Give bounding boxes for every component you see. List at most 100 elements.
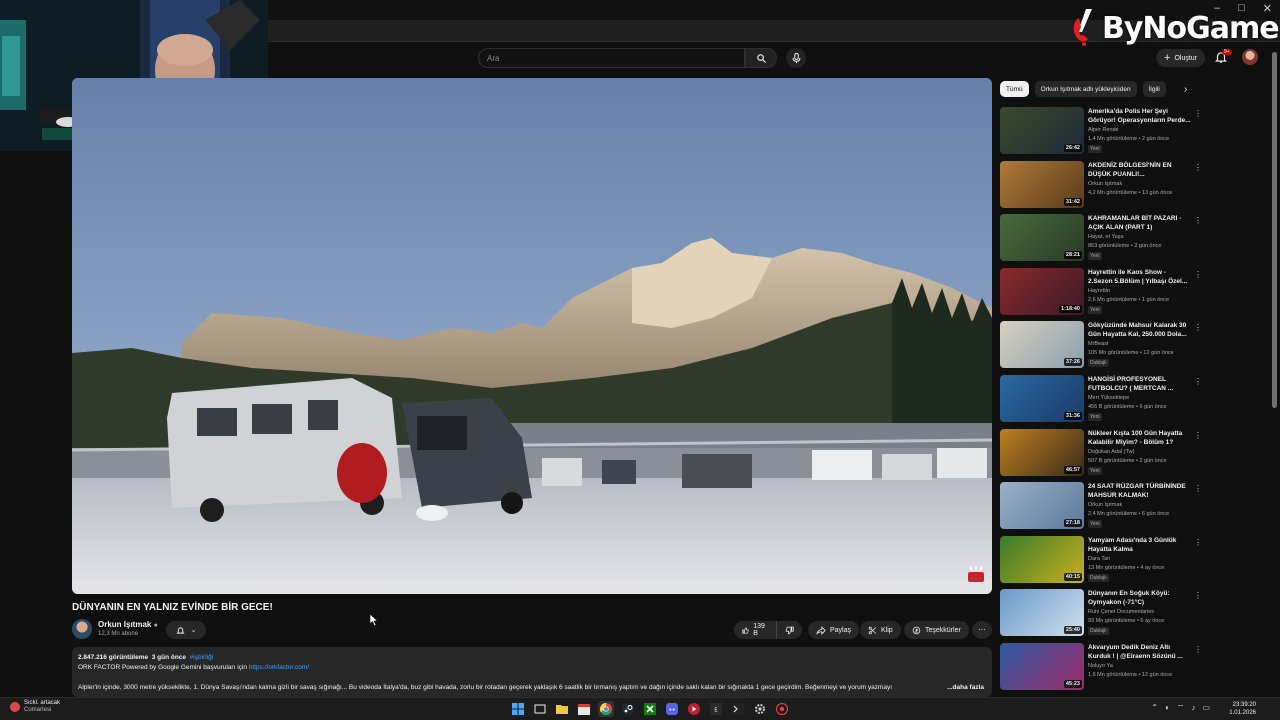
video-thumbnail[interactable]: 28:21 bbox=[1000, 214, 1084, 262]
clip-button[interactable]: Klip bbox=[860, 621, 901, 639]
like-button[interactable]: 139 B bbox=[734, 621, 776, 639]
terminal-icon[interactable] bbox=[730, 701, 746, 717]
channel-name[interactable]: Orkun Işıtmak ● bbox=[98, 620, 158, 629]
calendar-app-icon[interactable] bbox=[576, 701, 592, 717]
more-vertical-icon[interactable]: ⋮ bbox=[1194, 270, 1202, 279]
settings-gear-icon[interactable] bbox=[752, 701, 768, 717]
media-player-icon[interactable] bbox=[686, 701, 702, 717]
recommendation-card[interactable]: 28:21 KAHRAMANLAR BİT PAZARI - AÇIK ALAN … bbox=[1000, 214, 1202, 264]
create-button[interactable]: + Oluştur bbox=[1156, 49, 1205, 67]
recommendation-channel[interactable]: Orkun Işıtmak bbox=[1088, 502, 1122, 508]
recommendation-card[interactable]: 25:40 Dünyanın En Soğuk Köyü: Oymyakon (-… bbox=[1000, 589, 1202, 639]
chip-all[interactable]: Tümü bbox=[1000, 81, 1029, 97]
recommendation-card[interactable]: 27:18 24 SAAT RÜZGAR TÜRBİNİNDE MAHSUR KA… bbox=[1000, 482, 1202, 532]
recommendation-channel[interactable]: Mert Yüksektepe bbox=[1088, 395, 1129, 401]
hashtag-link[interactable]: #işbirliği bbox=[190, 654, 213, 661]
network-icon[interactable]: ◐ bbox=[1165, 703, 1170, 713]
discord-icon[interactable] bbox=[664, 701, 680, 717]
channel-avatar[interactable] bbox=[72, 619, 92, 639]
steam-icon[interactable] bbox=[620, 701, 636, 717]
video-thumbnail[interactable]: 46:57 bbox=[1000, 428, 1084, 476]
task-view-icon[interactable] bbox=[532, 701, 548, 717]
recommendation-title[interactable]: 24 SAAT RÜZGAR TÜRBİNİNDE MAHSUR KALMAK! bbox=[1088, 482, 1192, 500]
subscription-notifications-button[interactable]: ⌄ bbox=[166, 621, 206, 639]
recommendation-badge: Yeni bbox=[1088, 145, 1102, 153]
recommendation-channel[interactable]: Hayrettin bbox=[1088, 288, 1110, 294]
search-input[interactable]: Ara bbox=[478, 48, 745, 68]
recommendation-channel[interactable]: Orkun Işıtmak bbox=[1088, 181, 1122, 187]
recommendation-title[interactable]: Gökyüzünde Mahsur Kalarak 30 Gün Hayatta… bbox=[1088, 321, 1192, 339]
recording-app-icon[interactable] bbox=[774, 701, 790, 717]
taskbar-clock[interactable]: 23:39:20 1.01.2026 bbox=[1229, 701, 1256, 717]
more-vertical-icon[interactable]: ⋮ bbox=[1194, 431, 1202, 440]
more-actions-button[interactable]: ⋯ bbox=[972, 621, 992, 639]
chip-from-uploader[interactable]: Orkun Işıtmak adlı yükleyiciden bbox=[1034, 81, 1137, 97]
more-vertical-icon[interactable]: ⋮ bbox=[1194, 538, 1202, 547]
start-windows-icon[interactable] bbox=[510, 701, 526, 717]
weather-widget[interactable]: Sıckl. artacak Cumartesi bbox=[10, 700, 60, 714]
recommendation-title[interactable]: AKDENİZ BÖLGESİ'NİN EN DÜŞÜK PUANLI!... bbox=[1088, 161, 1192, 179]
video-thumbnail[interactable]: 40:15 bbox=[1000, 535, 1084, 583]
recommendation-card[interactable]: 31:36 HANGİSİ PROFESYONEL FUTBOLCU? ( MER… bbox=[1000, 375, 1202, 425]
more-vertical-icon[interactable]: ⋮ bbox=[1194, 163, 1202, 172]
recommendation-card[interactable]: 26:42 Amerika'da Polis Her Şeyi Görüyor! … bbox=[1000, 107, 1202, 157]
recommendation-card[interactable]: 37:26 Gökyüzünde Mahsur Kalarak 30 Gün Ha… bbox=[1000, 321, 1202, 371]
video-player[interactable] bbox=[72, 78, 992, 594]
video-thumbnail[interactable]: 31:42 bbox=[1000, 160, 1084, 208]
dislike-button[interactable] bbox=[776, 621, 802, 639]
epic-games-icon[interactable]: E bbox=[708, 701, 724, 717]
recommendation-title[interactable]: Akvaryum Dedik Deniz Altı Kurduk ! | @El… bbox=[1088, 643, 1192, 661]
chevron-right-icon[interactable]: › bbox=[1184, 84, 1187, 95]
xbox-icon[interactable] bbox=[642, 701, 658, 717]
recommendation-channel[interactable]: MrBeast bbox=[1088, 341, 1108, 347]
file-explorer-icon[interactable] bbox=[554, 701, 570, 717]
thanks-button[interactable]: Teşekkürler bbox=[904, 621, 969, 639]
tray-overflow-chevron-icon[interactable]: ⌃ bbox=[1151, 703, 1158, 713]
battery-icon[interactable]: ▭ bbox=[1202, 703, 1210, 713]
video-thumbnail[interactable]: 45:23 bbox=[1000, 643, 1084, 690]
wifi-icon[interactable]: ⌔ bbox=[1177, 703, 1185, 713]
recommendation-title[interactable]: Yamyam Adası'nda 3 Günlük Hayatta Kalma bbox=[1088, 536, 1192, 554]
video-thumbnail[interactable]: 31:36 bbox=[1000, 375, 1084, 422]
recommendation-channel[interactable]: Ruhi Çenet Documentaries bbox=[1088, 609, 1154, 615]
more-vertical-icon[interactable]: ⋮ bbox=[1194, 645, 1202, 654]
video-thumbnail[interactable]: 1:18:40 bbox=[1000, 267, 1084, 315]
chip-related[interactable]: İlgili bbox=[1142, 81, 1166, 97]
recommendation-title[interactable]: Dünyanın En Soğuk Köyü: Oymyakon (-71°C) bbox=[1088, 589, 1192, 607]
video-thumbnail[interactable]: 25:40 bbox=[1000, 589, 1084, 637]
more-vertical-icon[interactable]: ⋮ bbox=[1194, 109, 1202, 118]
recommendation-title[interactable]: HANGİSİ PROFESYONEL FUTBOLCU? ( MERTCAN … bbox=[1088, 375, 1192, 393]
recommendation-channel[interactable]: Alper Rende bbox=[1088, 127, 1119, 133]
video-thumbnail[interactable]: 27:18 bbox=[1000, 482, 1084, 530]
share-button[interactable]: Paylaş bbox=[808, 621, 860, 639]
recommendation-title[interactable]: Hayrettin ile Kaos Show - 2.Sezon 5.Bölü… bbox=[1088, 268, 1192, 286]
voice-search-button[interactable] bbox=[786, 48, 806, 68]
account-avatar[interactable] bbox=[1242, 49, 1258, 65]
chrome-icon[interactable] bbox=[598, 701, 614, 717]
recommendation-title[interactable]: Amerika'da Polis Her Şeyi Görüyor! Opera… bbox=[1088, 107, 1192, 125]
more-vertical-icon[interactable]: ⋮ bbox=[1194, 484, 1202, 493]
recommendation-channel[interactable]: Dara Tan bbox=[1088, 556, 1110, 562]
recommendation-channel[interactable]: Noluyo Ya bbox=[1088, 663, 1113, 669]
video-thumbnail[interactable]: 26:42 bbox=[1000, 107, 1084, 154]
recommendation-card[interactable]: 45:23 Akvaryum Dedik Deniz Altı Kurduk ! … bbox=[1000, 643, 1202, 693]
page-scrollbar[interactable] bbox=[1272, 52, 1277, 408]
description-box[interactable]: 2.847.216 görüntüleme 3 gün önce #işbirl… bbox=[72, 647, 992, 697]
recommendation-channel[interactable]: Doğukan Adal (Tw) bbox=[1088, 449, 1134, 455]
recommendation-card[interactable]: 46:57 Nükleer Kışta 100 Gün Hayatta Kalab… bbox=[1000, 428, 1202, 479]
recommendation-channel[interactable]: Hayat, et Yaşa bbox=[1088, 234, 1124, 240]
more-vertical-icon[interactable]: ⋮ bbox=[1194, 377, 1202, 386]
show-more-link[interactable]: ...daha fazla bbox=[947, 683, 984, 693]
recommendation-card[interactable]: 1:18:40 Hayrettin ile Kaos Show - 2.Sezon… bbox=[1000, 267, 1202, 318]
sponsor-link[interactable]: https://orkfactor.com/ bbox=[249, 664, 309, 671]
more-vertical-icon[interactable]: ⋮ bbox=[1194, 591, 1202, 600]
more-vertical-icon[interactable]: ⋮ bbox=[1194, 216, 1202, 225]
more-vertical-icon[interactable]: ⋮ bbox=[1194, 323, 1202, 332]
recommendation-title[interactable]: KAHRAMANLAR BİT PAZARI - AÇIK ALAN (PART… bbox=[1088, 214, 1192, 232]
video-thumbnail[interactable]: 37:26 bbox=[1000, 321, 1084, 369]
volume-icon[interactable]: ♪ bbox=[1191, 703, 1195, 713]
recommendation-title[interactable]: Nükleer Kışta 100 Gün Hayatta Kalabilir … bbox=[1088, 429, 1192, 447]
recommendation-card[interactable]: 31:42 AKDENİZ BÖLGESİ'NİN EN DÜŞÜK PUANLI… bbox=[1000, 160, 1202, 211]
search-button[interactable] bbox=[745, 48, 777, 68]
recommendation-card[interactable]: 40:15 Yamyam Adası'nda 3 Günlük Hayatta K… bbox=[1000, 535, 1202, 586]
